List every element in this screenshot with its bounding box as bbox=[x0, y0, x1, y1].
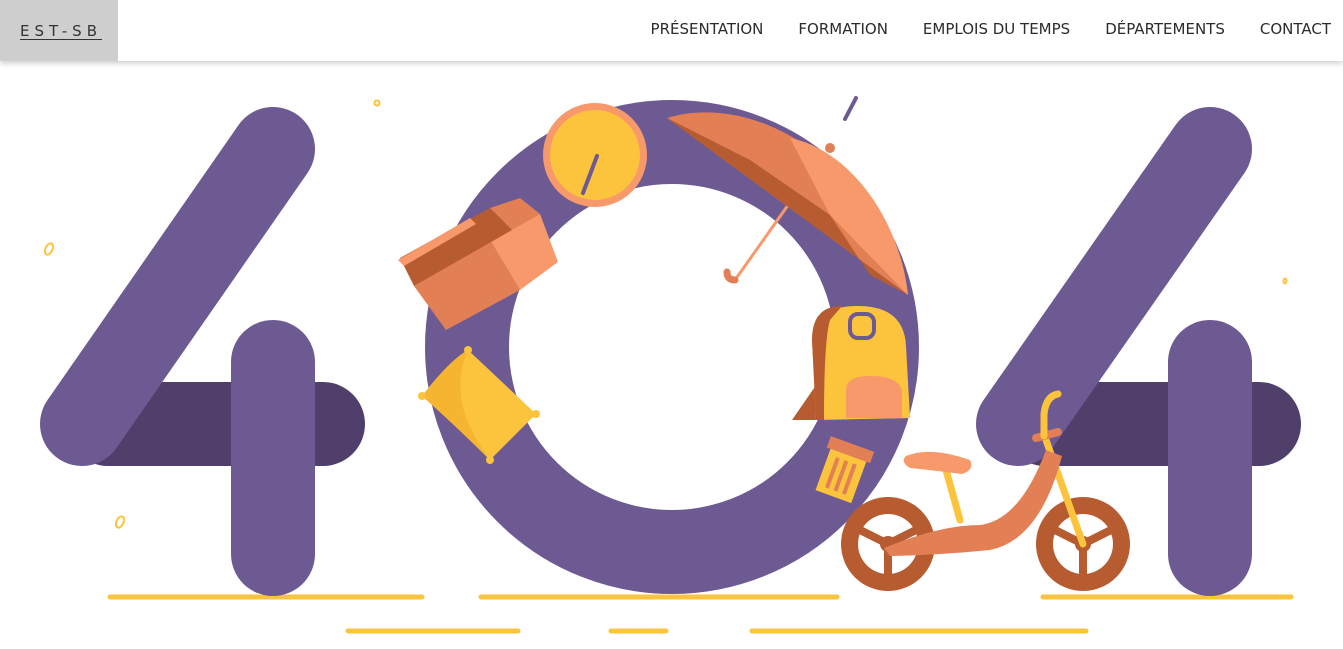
nav-item-emplois-du-temps[interactable]: EMPLOIS DU TEMPS bbox=[923, 20, 1070, 38]
brand-link[interactable]: EST-SB bbox=[0, 0, 118, 61]
error-404-illustration bbox=[0, 61, 1343, 649]
nav-item-departements[interactable]: DÉPARTEMENTS bbox=[1105, 20, 1225, 38]
ground-lines bbox=[107, 594, 1294, 634]
box-icon bbox=[398, 198, 558, 330]
dash-sparkle bbox=[843, 96, 858, 121]
main-menu: PRÉSENTATION FORMATION EMPLOIS DU TEMPS … bbox=[616, 0, 1331, 58]
backpack-icon bbox=[792, 306, 910, 420]
nav-item-presentation[interactable]: PRÉSENTATION bbox=[651, 20, 764, 38]
digit-four-left-icon bbox=[40, 107, 365, 596]
top-navbar: EST-SB PRÉSENTATION FORMATION EMPLOIS DU… bbox=[0, 0, 1343, 61]
nav-item-contact[interactable]: CONTACT bbox=[1260, 20, 1331, 38]
clock-icon bbox=[543, 103, 647, 207]
umbrella-icon bbox=[667, 112, 908, 295]
nav-item-formation[interactable]: FORMATION bbox=[798, 20, 888, 38]
digit-four-right-icon bbox=[976, 107, 1301, 596]
brand-label: EST-SB bbox=[19, 21, 102, 40]
404-artwork bbox=[40, 96, 1301, 634]
